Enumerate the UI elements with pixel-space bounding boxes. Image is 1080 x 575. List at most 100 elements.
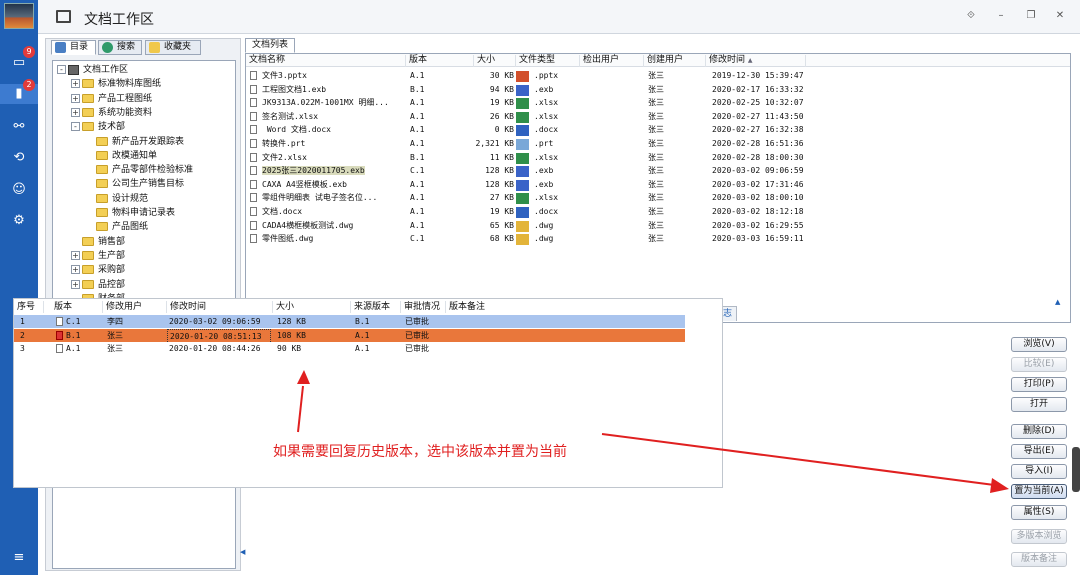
tree-node[interactable]: - 文档工作区 bbox=[57, 64, 128, 77]
tree-node[interactable]: + 生产部 bbox=[71, 250, 125, 263]
action-button[interactable]: 浏览(V) bbox=[1011, 337, 1067, 352]
maximize-button[interactable]: ❐ bbox=[1023, 10, 1039, 24]
file-type-icon bbox=[516, 220, 529, 232]
expand-icon[interactable]: + bbox=[71, 265, 80, 275]
collapse-icon[interactable]: - bbox=[71, 122, 80, 132]
file-type-icon bbox=[516, 84, 529, 96]
tab-directory[interactable]: 目录 bbox=[51, 40, 96, 55]
minimize-button[interactable]: – bbox=[993, 10, 1009, 24]
file-grid[interactable]: 文档名称 版本 大小 文件类型 检出用户 创建用户 修改时间 ▲ 文件3.ppt… bbox=[245, 53, 1071, 323]
file-creator: 张三 bbox=[648, 207, 664, 216]
table-row[interactable]: JK9313A.022M-1001MX 明细... A.1 19 KB .xlsx 张三… bbox=[246, 96, 846, 110]
action-button[interactable]: 打印(P) bbox=[1011, 377, 1067, 392]
history-size: 90 KB bbox=[277, 344, 302, 353]
file-type-icon bbox=[516, 111, 529, 123]
action-button[interactable]: 属性(S) bbox=[1011, 505, 1067, 520]
file-modified: 2020-02-27 11:43:50 bbox=[712, 111, 804, 121]
close-button[interactable]: ✕ bbox=[1052, 10, 1068, 24]
tree-node-label: 技术部 bbox=[98, 122, 126, 133]
col-user: 修改用户 bbox=[103, 301, 167, 313]
file-type-icon bbox=[516, 139, 529, 150]
history-row[interactable]: 1 C.1 李四 2020-03-02 09:06:59 128 KB B.1 已审批 bbox=[14, 315, 685, 328]
document-icon bbox=[250, 98, 257, 108]
tree-node[interactable]: + 采购部 bbox=[71, 264, 125, 277]
action-button[interactable]: 导出(E) bbox=[1011, 444, 1067, 459]
tree-node[interactable]: 产品零部件检验标准 bbox=[85, 164, 193, 177]
tree-node[interactable]: 设计规范 bbox=[85, 193, 148, 206]
table-row[interactable]: 2025张三2020011705.exb C.1 128 KB .exb 张三 2020-… bbox=[246, 164, 846, 178]
settings-icon[interactable]: ⚙ bbox=[9, 211, 29, 231]
tree-node[interactable]: 销售部 bbox=[71, 236, 125, 249]
file-size: 128 KB bbox=[485, 179, 514, 189]
users-icon[interactable]: ☺ bbox=[9, 180, 29, 200]
tree-node[interactable]: 公司生产销售目标 bbox=[85, 178, 184, 191]
document-icon bbox=[250, 166, 257, 176]
table-row[interactable]: CADA4横框模板测试.dwg A.1 65 KB .dwg 张三 2020-03-02 … bbox=[246, 219, 846, 233]
col-checkout-user[interactable]: 检出用户 bbox=[580, 55, 644, 67]
tab-favorites[interactable]: 收藏夹 bbox=[145, 40, 201, 55]
file-size: 2,321 KB bbox=[475, 139, 514, 148]
action-button[interactable]: 版本备注 bbox=[1011, 552, 1067, 567]
expand-icon[interactable]: + bbox=[71, 93, 80, 103]
action-button[interactable]: 置为当前(A) bbox=[1011, 484, 1067, 499]
action-button[interactable]: 打开 bbox=[1011, 397, 1067, 412]
table-row[interactable]: Word 文档.docx A.1 0 KB .docx 张三 2020-02-27 16:… bbox=[246, 123, 846, 137]
tree-node[interactable]: 物料申请记录表 bbox=[85, 207, 175, 220]
tree-node[interactable]: + 系统功能资料 bbox=[71, 107, 152, 120]
expand-icon[interactable]: + bbox=[71, 250, 80, 260]
expand-icon[interactable]: + bbox=[71, 279, 80, 289]
tree-node[interactable]: + 品控部 bbox=[71, 279, 125, 292]
file-type: .xlsx bbox=[534, 152, 559, 162]
col-creator[interactable]: 创建用户 bbox=[644, 55, 706, 67]
page-title: 文档工作区 bbox=[84, 12, 154, 28]
table-row[interactable]: 文档.docx A.1 19 KB .docx 张三 2020-03-02 18:12:1… bbox=[246, 205, 846, 219]
collapse-up-icon[interactable]: ▲ bbox=[1055, 298, 1060, 306]
file-type: .exb bbox=[534, 179, 554, 189]
expand-icon[interactable]: + bbox=[71, 79, 80, 89]
tree-node[interactable]: 产品图纸 bbox=[85, 221, 148, 234]
table-row[interactable]: CAXA A4竖框模板.exb A.1 128 KB .exb 张三 2020-03-02… bbox=[246, 178, 846, 192]
table-row[interactable]: 文件3.pptx A.1 30 KB .pptx 张三 2019-12-30 15:39:… bbox=[246, 69, 846, 83]
tree-node[interactable]: + 产品工程图纸 bbox=[71, 93, 152, 106]
sync-icon[interactable]: ⟲ bbox=[9, 148, 29, 168]
action-button[interactable]: 多版本浏览 bbox=[1011, 529, 1067, 544]
col-version[interactable]: 版本 bbox=[406, 55, 474, 67]
table-row[interactable]: 文件2.xlsx B.1 11 KB .xlsx 张三 2020-02-28 18:00:… bbox=[246, 151, 846, 165]
col-name[interactable]: 文档名称 bbox=[246, 55, 406, 67]
table-row[interactable]: 工程图文档1.exb B.1 94 KB .exb 张三 2020-02-17 16:33… bbox=[246, 83, 846, 97]
expand-icon[interactable]: + bbox=[71, 107, 80, 117]
table-row[interactable]: 零件图纸.dwg C.1 68 KB .dwg 张三 2020-03-03 16:59:1… bbox=[246, 232, 846, 246]
tree-node-label: 生产部 bbox=[98, 250, 126, 261]
document-icon bbox=[250, 111, 257, 121]
document-icon bbox=[250, 84, 257, 94]
col-size[interactable]: 大小 bbox=[474, 55, 516, 67]
menu-icon[interactable]: ≡ bbox=[9, 548, 29, 568]
action-button[interactable]: 比较(E) bbox=[1011, 357, 1067, 372]
tab-document-list[interactable]: 文档列表 bbox=[245, 38, 296, 53]
tab-search[interactable]: 搜索 bbox=[98, 40, 142, 55]
folder-icon bbox=[82, 122, 94, 132]
action-button[interactable]: 导入(I) bbox=[1011, 464, 1067, 479]
file-modified: 2020-03-02 18:12:18 bbox=[712, 207, 804, 216]
history-row[interactable]: 2 B.1 张三 2020-01-20 08:51:13 108 KB A.1 已审批 bbox=[14, 328, 685, 344]
col-type[interactable]: 文件类型 bbox=[516, 55, 580, 67]
table-row[interactable]: 签名测试.xlsx A.1 26 KB .xlsx 张三 2020-02-27 11:43… bbox=[246, 110, 846, 124]
history-row[interactable]: 3 A.1 张三 2020-01-20 08:44:26 90 KB A.1 已审批 bbox=[14, 342, 685, 355]
table-row[interactable]: 零组件明细表 试电子签名位... A.1 27 KB .xlsx 张三 2020-03-0… bbox=[246, 191, 846, 205]
tree-node[interactable]: - 技术部 bbox=[71, 121, 125, 134]
table-row[interactable]: 转换件.prt A.1 2,321 KB .prt 张三 2020-02-28 16:51… bbox=[246, 137, 846, 151]
restore-icon[interactable]: ⟐ bbox=[963, 10, 979, 24]
history-time: 2020-03-02 09:06:59 bbox=[169, 317, 261, 326]
tree-node[interactable]: 新产品开发跟踪表 bbox=[85, 136, 184, 149]
action-button[interactable]: 删除(D) bbox=[1011, 424, 1067, 439]
tree-node[interactable]: 改模通知单 bbox=[85, 150, 157, 163]
history-approval: 已审批 bbox=[405, 317, 429, 326]
tree-node[interactable]: + 标准物料库图纸 bbox=[71, 78, 161, 91]
col-modified[interactable]: 修改时间 ▲ bbox=[706, 55, 806, 67]
workflow-icon[interactable]: ⚯ bbox=[9, 117, 29, 137]
document-icon bbox=[56, 330, 63, 340]
collapse-icon[interactable]: - bbox=[57, 65, 66, 74]
col-time: 修改时间 bbox=[167, 301, 273, 313]
scroll-handle[interactable] bbox=[1072, 447, 1080, 492]
file-name: 签名测试.xlsx bbox=[262, 111, 319, 121]
